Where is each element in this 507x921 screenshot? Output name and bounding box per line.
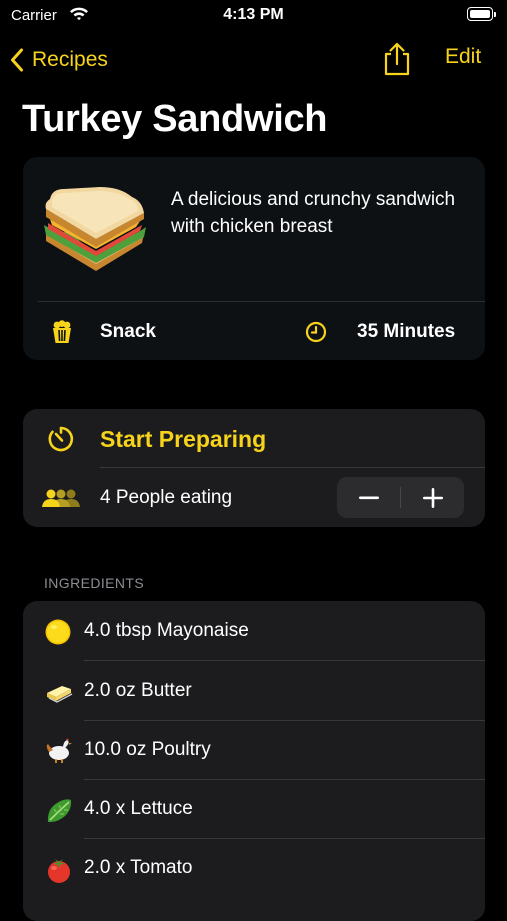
people-icon [41, 488, 83, 513]
start-preparing-button[interactable]: Start Preparing [100, 426, 266, 453]
butter-icon [45, 679, 73, 708]
clock: 4:13 PM [223, 6, 284, 23]
chevron-left-icon [11, 48, 23, 72]
ingredient-label: 2.0 x Tomato [84, 857, 193, 878]
list-item[interactable]: 10.0 oz Poultry [23, 720, 485, 779]
status-bar: Carrier 4:13 PM [0, 0, 507, 32]
divider [100, 467, 485, 468]
battery-icon [467, 7, 496, 21]
share-icon [384, 42, 410, 76]
sandwich-icon [40, 185, 150, 280]
recipe-meta-row: Snack 35 Minutes [23, 302, 485, 360]
edit-button[interactable]: Edit [445, 45, 481, 69]
back-button[interactable]: Recipes [10, 43, 108, 77]
poultry-icon [45, 738, 73, 769]
clock-icon [305, 321, 327, 348]
category-label: Snack [100, 321, 156, 342]
people-stepper [337, 477, 464, 518]
recipe-description: A delicious and crunchy sandwich with ch… [171, 189, 456, 237]
decrement-button[interactable] [337, 477, 400, 518]
page-title: Turkey Sandwich [22, 98, 328, 140]
ingredient-label: 4.0 x Lettuce [84, 798, 193, 819]
plus-icon [422, 487, 443, 508]
mayonnaise-icon [45, 619, 71, 650]
popcorn-icon [51, 320, 73, 349]
back-button-label: Recipes [32, 48, 108, 71]
share-button[interactable] [382, 42, 412, 81]
timer-icon [47, 425, 75, 458]
lettuce-icon [45, 797, 73, 830]
ingredients-section-header: INGREDIENTS [44, 575, 145, 591]
tomato-icon [45, 856, 73, 889]
duration-label: 35 Minutes [357, 321, 456, 342]
list-item[interactable]: 4.0 tbsp Mayonaise [23, 601, 485, 660]
list-item[interactable]: 2.0 x Tomato [23, 838, 485, 897]
list-item[interactable]: 4.0 x Lettuce [23, 779, 485, 838]
navigation-bar: Recipes Edit [0, 40, 507, 80]
ingredient-label: 2.0 oz Butter [84, 680, 192, 701]
ingredient-label: 10.0 oz Poultry [84, 739, 211, 760]
increment-button[interactable] [401, 477, 464, 518]
list-item[interactable]: 2.0 oz Butter [23, 661, 485, 720]
minus-icon [358, 496, 379, 499]
people-count-label: 4 People eating [100, 487, 233, 508]
ingredient-label: 4.0 tbsp Mayonaise [84, 620, 249, 641]
